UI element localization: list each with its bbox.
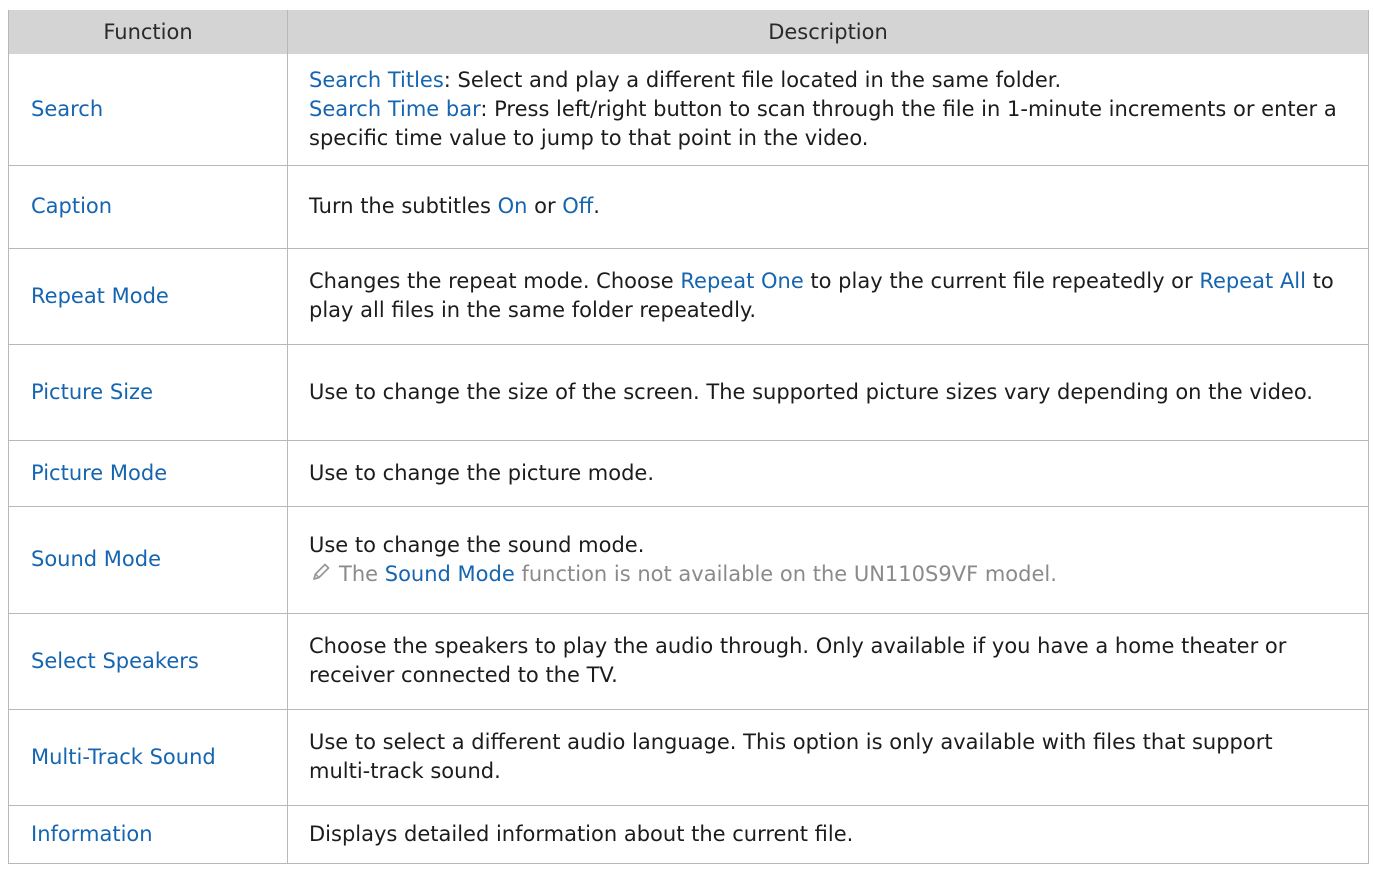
- description-line: Search Time bar: Press left/right button…: [309, 95, 1338, 153]
- table-row-caption: Caption Turn the subtitles On or Off.: [8, 165, 1369, 249]
- function-name: Multi-Track Sound: [8, 709, 288, 806]
- function-table: Function Description Search Search Title…: [8, 10, 1369, 864]
- description-line: Search Titles: Select and play a differe…: [309, 66, 1338, 95]
- table-header-row: Function Description: [8, 10, 1369, 54]
- table-row-search: Search Search Titles: Select and play a …: [8, 54, 1369, 166]
- function-description: Choose the speakers to play the audio th…: [287, 613, 1369, 710]
- function-name: Repeat Mode: [8, 248, 288, 345]
- term-repeat-one: Repeat One: [680, 269, 804, 293]
- table-row-picture-size: Picture Size Use to change the size of t…: [8, 344, 1369, 441]
- table-row-multi-track-sound: Multi-Track Sound Use to select a differ…: [8, 709, 1369, 806]
- table-row-information: Information Displays detailed informatio…: [8, 805, 1369, 864]
- description-text: : Select and play a different file locat…: [443, 67, 1062, 92]
- function-description: Displays detailed information about the …: [287, 805, 1369, 864]
- function-description: Use to change the sound mode. The Sound …: [287, 506, 1369, 614]
- function-name: Picture Size: [8, 344, 288, 441]
- column-header-description: Description: [287, 10, 1369, 54]
- function-description: Search Titles: Select and play a differe…: [287, 54, 1369, 166]
- pencil-note-icon: [309, 560, 333, 584]
- note-line: The Sound Mode function is not available…: [309, 560, 1338, 589]
- function-description: Use to select a different audio language…: [287, 709, 1369, 806]
- function-description: Changes the repeat mode. Choose Repeat O…: [287, 248, 1369, 345]
- term-search-titles: Search Titles: [309, 67, 444, 92]
- function-name: Picture Mode: [8, 440, 288, 507]
- term-on: On: [497, 194, 528, 218]
- function-description: Use to change the size of the screen. Th…: [287, 344, 1369, 441]
- function-name: Information: [8, 805, 288, 864]
- table-row-picture-mode: Picture Mode Use to change the picture m…: [8, 440, 1369, 507]
- table-row-repeat-mode: Repeat Mode Changes the repeat mode. Cho…: [8, 248, 1369, 345]
- description-text: Use to change the sound mode.: [309, 532, 645, 557]
- term-search-time-bar: Search Time bar: [309, 96, 481, 121]
- term-sound-mode: Sound Mode: [384, 561, 515, 586]
- function-description: Use to change the picture mode.: [287, 440, 1369, 507]
- table-row-sound-mode: Sound Mode Use to change the sound mode.…: [8, 506, 1369, 614]
- function-description: Turn the subtitles On or Off.: [287, 165, 1369, 249]
- function-name: Select Speakers: [8, 613, 288, 710]
- term-off: Off: [562, 194, 594, 218]
- function-name: Caption: [8, 165, 288, 249]
- term-repeat-all: Repeat All: [1199, 269, 1306, 293]
- column-header-function: Function: [8, 10, 288, 54]
- table-row-select-speakers: Select Speakers Choose the speakers to p…: [8, 613, 1369, 710]
- function-name: Sound Mode: [8, 506, 288, 614]
- function-name: Search: [8, 54, 288, 166]
